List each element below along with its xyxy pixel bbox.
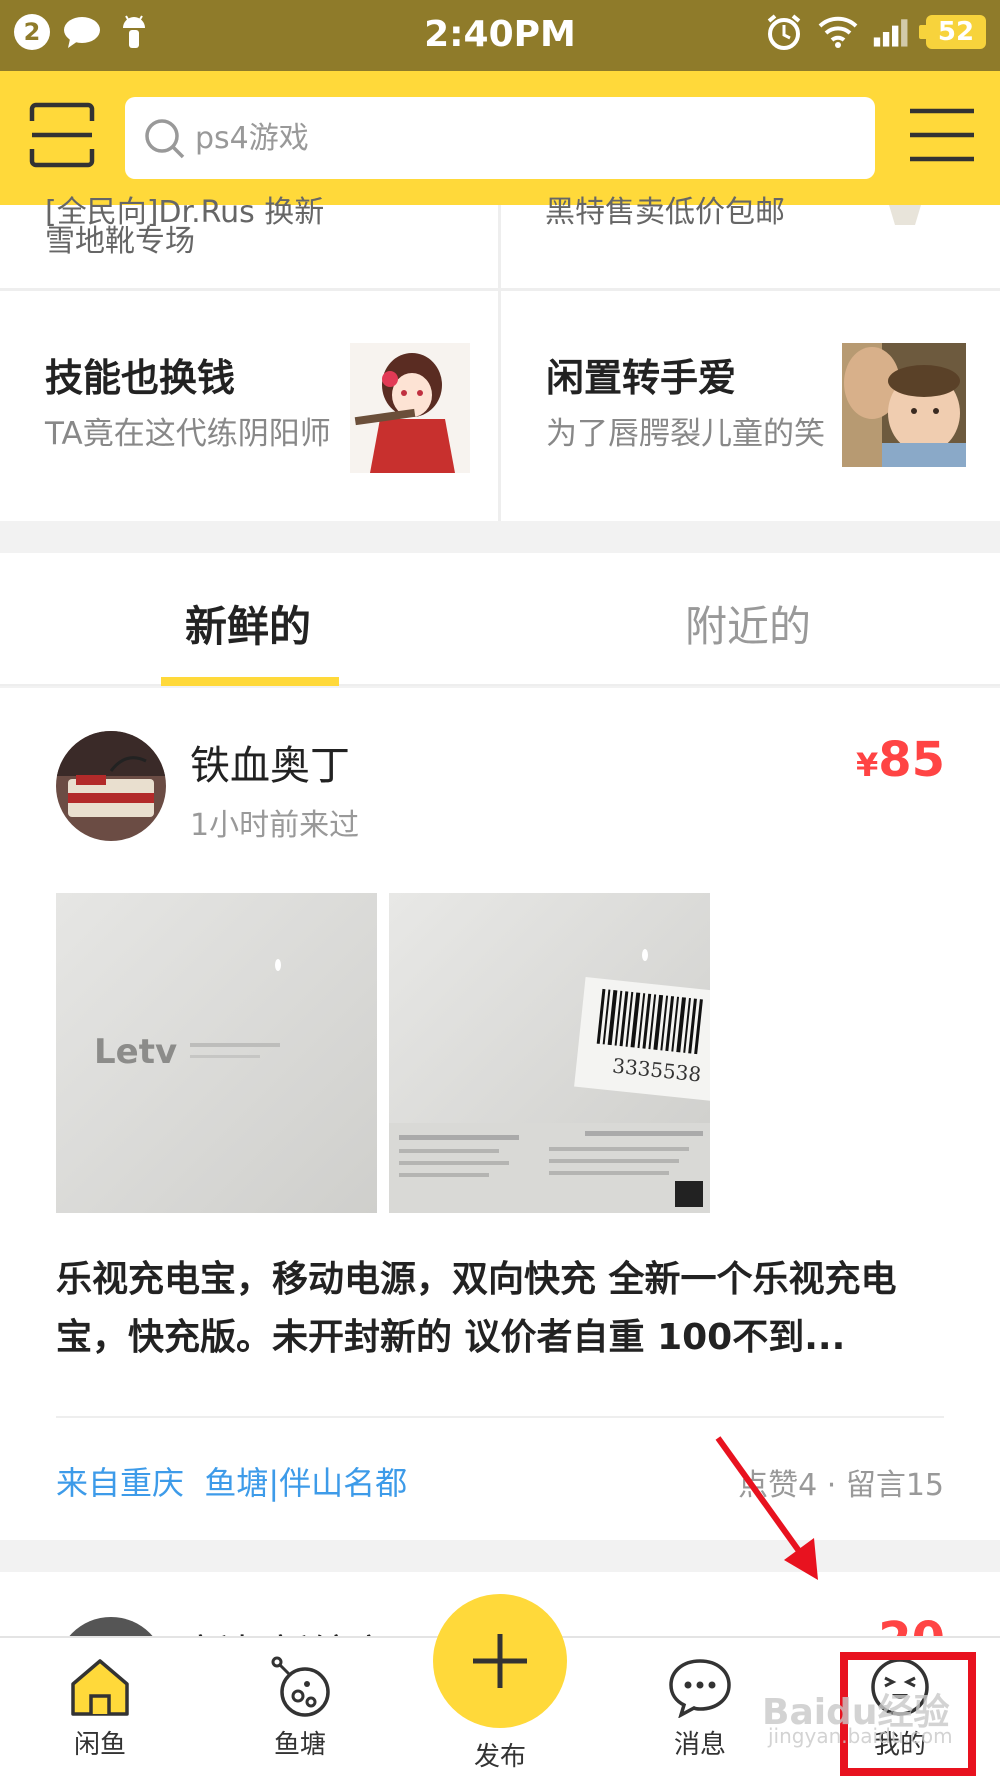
feed-tabs: 新鲜的 附近的 (0, 553, 1000, 686)
item-photo-1[interactable]: Letv (56, 893, 377, 1213)
alarm-icon (764, 14, 804, 50)
promo-top-right-title[interactable]: 黑特售卖低价包邮 (545, 187, 785, 231)
item-price: ¥85 (856, 732, 945, 788)
last-seen-text: 1小时前来过 (190, 808, 360, 843)
tab-nearby[interactable]: 附近的 (685, 593, 811, 654)
nav-messages-label: 消息 (673, 1730, 726, 1760)
feed-item-card[interactable]: 铁血奥丁 1小时前来过 ¥85 Letv 3335538 乐视充电宝，移动电源，… (0, 688, 1000, 1540)
promo-cell-title: 闲置转手爱 (546, 356, 737, 400)
fish-pond-icon (271, 1656, 330, 1717)
promo-cell-title: 技能也换钱 (45, 356, 236, 400)
plus-icon (473, 1634, 527, 1688)
search-input[interactable] (195, 97, 855, 179)
watermark-url: jingyan.baidu.com (768, 1724, 953, 1748)
home-icon (71, 1659, 129, 1716)
active-tab-indicator (161, 677, 339, 686)
hamburger-menu-icon (910, 108, 974, 162)
nav-pond-label: 鱼塘 (273, 1730, 326, 1760)
promo-cell-skills[interactable]: 技能也换钱 TA竟在这代练阴阳师 (0, 291, 498, 521)
item-location: 来自重庆 鱼塘|伴山名都 (56, 1458, 407, 1504)
scan-icon (29, 102, 95, 168)
promo-top-right-thumb (889, 205, 921, 225)
seller-username[interactable]: 铁血奥丁 (190, 733, 350, 791)
wifi-icon (818, 14, 858, 50)
avatar-famicom-image (56, 731, 166, 841)
message-bubble-icon (669, 1659, 731, 1718)
location-link[interactable]: 来自重庆 (56, 1464, 184, 1502)
currency-symbol: ¥ (855, 746, 879, 784)
annotation-arrow (715, 1436, 818, 1580)
photo-brand-label: Letv (94, 1032, 177, 1072)
avatar[interactable] (56, 731, 166, 841)
publish-label: 发布 (473, 1742, 526, 1772)
signal-icon (872, 14, 912, 50)
promo-grid: [全民向]Dr.Rus 换新 雪地靴专场 黑特售卖低价包邮 技能也换钱 TA竟在… (0, 195, 1000, 521)
baby-photo-thumbnail (842, 343, 966, 467)
nav-home[interactable]: 闲鱼 (40, 1656, 160, 1761)
card-divider (56, 1416, 944, 1418)
tab-fresh[interactable]: 新鲜的 (185, 593, 311, 654)
item-photo-2[interactable]: 3335538 (389, 893, 725, 1213)
promo-cell-subtitle: TA竟在这代练阴阳师 (45, 416, 331, 452)
publish-button[interactable] (433, 1594, 567, 1728)
price-value: 85 (878, 732, 945, 788)
search-bar[interactable] (125, 97, 875, 179)
nav-pond[interactable]: 鱼塘 (240, 1656, 360, 1761)
pond-link[interactable]: 鱼塘|伴山名都 (204, 1464, 407, 1502)
box-barcode-photo: 3335538 (389, 893, 725, 1213)
menu-button[interactable] (906, 107, 978, 163)
item-description[interactable]: 乐视充电宝，移动电源，双向快充 全新一个乐视充电宝，快充版。未开封新的 议价者自… (56, 1251, 956, 1367)
promo-cell-charity[interactable]: 闲置转手爱 为了唇腭裂儿童的笑 (501, 291, 1000, 521)
promo-top-left-subtitle[interactable]: 雪地靴专场 (45, 216, 195, 260)
nav-home-label: 闲鱼 (73, 1730, 126, 1760)
letv-box-photo: Letv (56, 893, 377, 1213)
status-bar: 2 2:40PM 52 (0, 0, 1000, 71)
anime-girl-thumbnail (350, 343, 470, 473)
scan-button[interactable] (26, 99, 98, 171)
app-header (0, 71, 1000, 205)
nav-messages[interactable]: 消息 (640, 1656, 760, 1761)
search-icon (145, 119, 185, 159)
battery-level: 52 (919, 15, 986, 49)
promo-cell-subtitle: 为了唇腭裂儿童的笑 (546, 416, 825, 452)
